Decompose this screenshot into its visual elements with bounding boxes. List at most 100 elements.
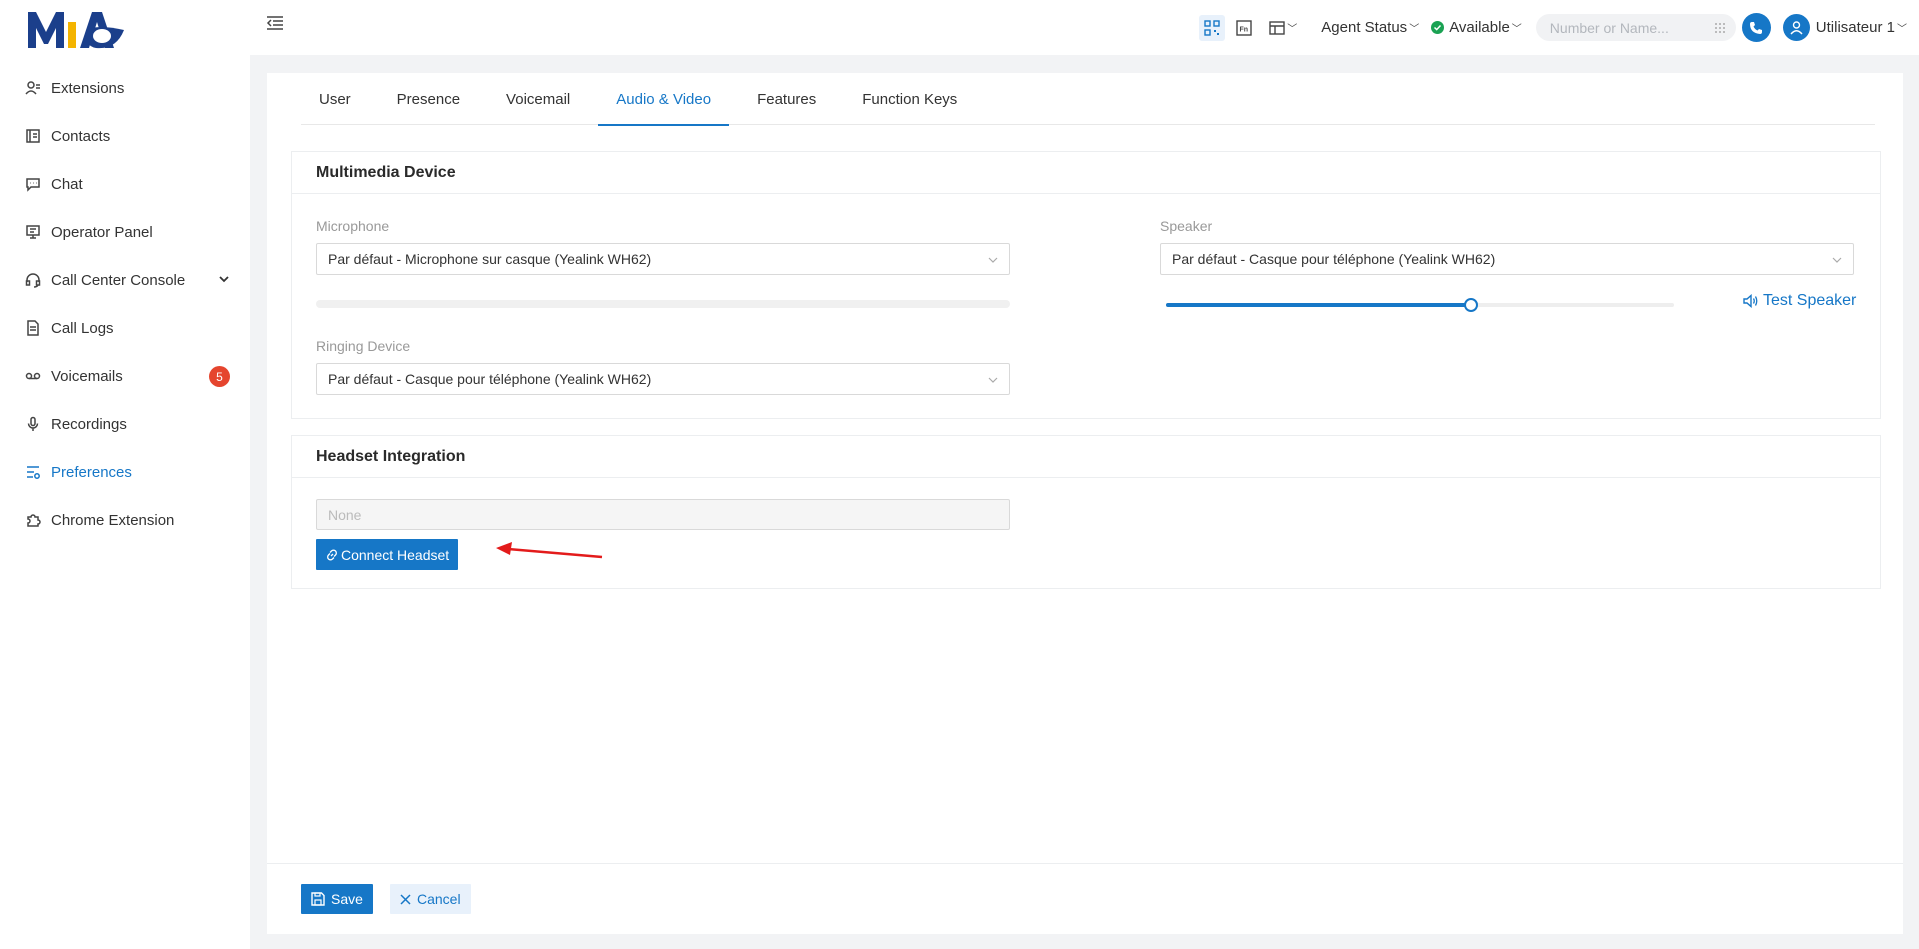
microphone-icon xyxy=(24,415,42,433)
connect-headset-button[interactable]: Connect Headset xyxy=(316,539,459,570)
monitor-panel-icon xyxy=(24,223,42,241)
sidebar-item-label: Contacts xyxy=(51,127,111,145)
microphone-level-meter xyxy=(316,300,1010,308)
floppy-disk-icon xyxy=(311,892,325,906)
tab-audio-video[interactable]: Audio & Video xyxy=(598,73,729,126)
sliders-icon xyxy=(24,463,42,481)
menu-collapse-icon[interactable] xyxy=(266,15,284,31)
multimedia-device-card: Multimedia Device Microphone Par défaut … xyxy=(291,151,1881,419)
sidebar-item-extensions[interactable]: Extensions xyxy=(0,64,250,112)
user-list-icon xyxy=(24,79,42,97)
microphone-select[interactable]: Par défaut - Microphone sur casque (Yeal… xyxy=(316,243,1010,275)
sidebar-item-recordings[interactable]: Recordings xyxy=(0,400,250,448)
user-name: Utilisateur 1 xyxy=(1815,19,1895,36)
top-header: Fn ﹀ Agent Status ﹀ Available ﹀ Utilisat… xyxy=(250,0,1919,55)
sidebar-item-label: Preferences xyxy=(51,463,132,481)
qr-code-button[interactable] xyxy=(1199,14,1226,41)
ringing-device-select[interactable]: Par défaut - Casque pour téléphone (Yeal… xyxy=(316,363,1010,395)
sidebar-item-label: Operator Panel xyxy=(51,223,153,241)
phone-icon xyxy=(1750,21,1763,34)
connect-headset-label: Connect Headset xyxy=(341,546,450,563)
sidebar-item-label: Recordings xyxy=(51,415,127,433)
sidebar-item-label: Voicemails xyxy=(51,367,123,385)
check-circle-icon xyxy=(1431,21,1445,34)
preferences-panel: User Presence Voicemail Audio & Video Fe… xyxy=(267,73,1903,934)
header-toolbar: Fn ﹀ Agent Status ﹀ Available ﹀ Utilisat… xyxy=(1199,0,1919,55)
sidebar-item-contacts[interactable]: Contacts xyxy=(0,112,250,160)
chevron-down-icon: ﹀ xyxy=(1287,24,1298,35)
close-icon xyxy=(400,893,411,905)
contacts-book-icon xyxy=(24,127,42,145)
tab-presence[interactable]: Presence xyxy=(379,73,478,125)
tab-voicemail[interactable]: Voicemail xyxy=(488,73,588,125)
test-speaker-label: Test Speaker xyxy=(1763,292,1857,309)
ringing-device-label: Ringing Device xyxy=(316,338,411,354)
chat-bubble-icon xyxy=(24,175,42,193)
speaker-select[interactable]: Par défaut - Casque pour téléphone (Yeal… xyxy=(1160,243,1854,275)
sidebar-item-operator-panel[interactable]: Operator Panel xyxy=(0,208,250,256)
call-button[interactable] xyxy=(1741,13,1771,42)
tab-user[interactable]: User xyxy=(301,73,369,125)
availability-label: Available xyxy=(1449,19,1510,36)
avatar[interactable] xyxy=(1782,14,1810,41)
headset-integration-title: Headset Integration xyxy=(292,436,1880,478)
save-button[interactable]: Save xyxy=(301,884,373,914)
sidebar-item-label: Call Logs xyxy=(51,319,114,337)
dial-search-input[interactable] xyxy=(1549,19,1710,36)
microphone-selected-value: Par défaut - Microphone sur casque (Yeal… xyxy=(328,251,652,267)
speaker-volume-fill xyxy=(1166,303,1471,307)
speaker-volume-icon xyxy=(1743,294,1758,308)
speaker-volume-handle[interactable] xyxy=(1463,298,1478,312)
function-key-button[interactable]: Fn xyxy=(1231,15,1257,41)
sidebar-item-voicemails[interactable]: Voicemails 5 xyxy=(0,352,250,400)
fn-key-icon: Fn xyxy=(1236,19,1252,36)
save-label: Save xyxy=(331,891,363,907)
chevron-down-icon xyxy=(988,377,998,383)
ringing-device-selected-value: Par défaut - Casque pour téléphone (Yeal… xyxy=(328,371,652,387)
layout-window-icon xyxy=(1269,20,1285,35)
sidebar: Extensions Contacts Chat Operator Panel … xyxy=(0,0,250,949)
sidebar-item-label: Chrome Extension xyxy=(51,511,175,529)
sidebar-nav: Extensions Contacts Chat Operator Panel … xyxy=(0,64,250,544)
svg-text:Fn: Fn xyxy=(1240,26,1249,33)
puzzle-icon xyxy=(24,511,42,529)
test-speaker-button[interactable]: Test Speaker xyxy=(1743,292,1856,310)
chevron-down-icon xyxy=(988,257,998,263)
chevron-down-icon[interactable] xyxy=(218,273,230,285)
dial-search-box xyxy=(1535,14,1736,41)
sidebar-item-call-center-console[interactable]: Call Center Console xyxy=(0,256,250,304)
voicemail-count-badge: 5 xyxy=(209,366,230,387)
agent-status-label: Agent Status xyxy=(1321,19,1408,36)
availability-dropdown[interactable]: Available ﹀ xyxy=(1431,19,1522,36)
sidebar-item-preferences[interactable]: Preferences xyxy=(0,448,250,496)
user-avatar-icon xyxy=(1790,21,1803,35)
chevron-down-icon: ﹀ xyxy=(1409,24,1420,35)
tab-features[interactable]: Features xyxy=(739,73,834,125)
multimedia-device-title: Multimedia Device xyxy=(292,152,1880,194)
headset-icon xyxy=(24,271,42,289)
speaker-selected-value: Par défaut - Casque pour téléphone (Yeal… xyxy=(1172,251,1496,267)
speaker-volume-slider[interactable] xyxy=(1166,298,1674,312)
sidebar-item-call-logs[interactable]: Call Logs xyxy=(0,304,250,352)
sidebar-item-label: Chat xyxy=(51,175,83,193)
agent-status-dropdown[interactable]: Agent Status ﹀ xyxy=(1321,19,1419,36)
headset-integration-card: Headset Integration None Connect Headset xyxy=(291,435,1881,589)
tab-function-keys[interactable]: Function Keys xyxy=(844,73,975,125)
chevron-down-icon: ﹀ xyxy=(1511,24,1522,35)
dialpad-icon[interactable] xyxy=(1714,22,1726,34)
speaker-label: Speaker xyxy=(1160,218,1213,234)
sidebar-item-chrome-extension[interactable]: Chrome Extension xyxy=(0,496,250,544)
microphone-label: Microphone xyxy=(316,218,390,234)
cancel-label: Cancel xyxy=(417,891,461,907)
red-arrow-annotation-icon xyxy=(496,542,603,559)
chevron-down-icon xyxy=(1832,257,1842,263)
footer-divider xyxy=(267,863,1903,864)
layout-switch-button[interactable]: ﹀ xyxy=(1263,15,1303,41)
preferences-tabs: User Presence Voicemail Audio & Video Fe… xyxy=(301,73,1875,126)
qr-code-icon xyxy=(1204,19,1220,36)
sidebar-item-label: Extensions xyxy=(51,79,125,97)
document-log-icon xyxy=(24,319,42,337)
cancel-button[interactable]: Cancel xyxy=(390,884,471,914)
sidebar-item-chat[interactable]: Chat xyxy=(0,160,250,208)
user-menu-dropdown[interactable]: Utilisateur 1 ﹀ xyxy=(1816,19,1907,36)
